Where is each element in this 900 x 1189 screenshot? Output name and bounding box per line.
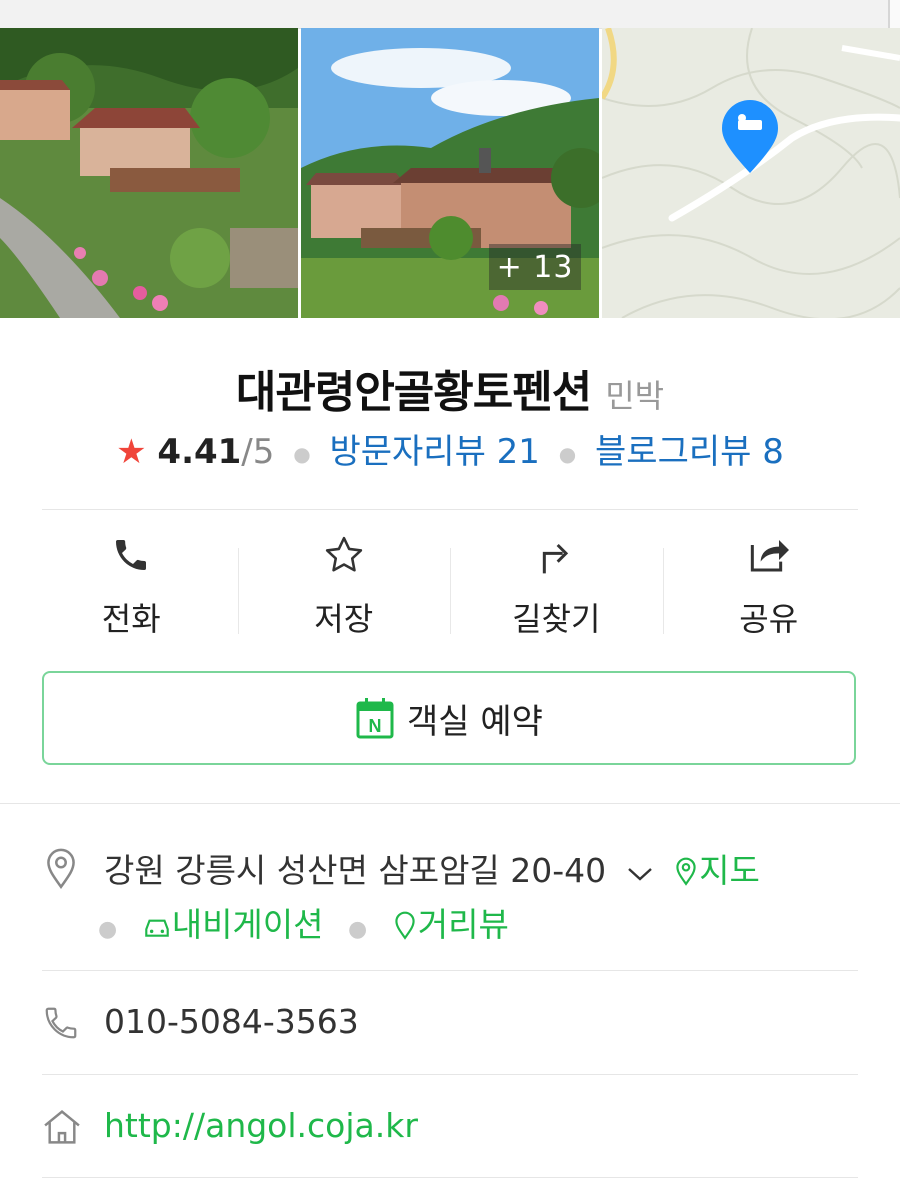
phone-row: 010-5084-3563 <box>42 1000 858 1050</box>
separator-dot: ● <box>293 441 311 466</box>
navigation-link[interactable]: 내비게이션 <box>142 905 334 944</box>
phone-number[interactable]: 010-5084-3563 <box>104 1002 359 1041</box>
directions-button[interactable]: 길찾기 <box>450 530 663 640</box>
divider <box>42 509 858 510</box>
map-link-label: 지도 <box>699 851 760 890</box>
phone-outline-icon <box>42 1004 80 1046</box>
divider <box>0 803 900 804</box>
save-button[interactable]: 저장 <box>237 530 451 640</box>
photo-gallery: + 13 <box>0 28 900 318</box>
place-name: 대관령안골황토펜션 <box>235 367 592 418</box>
blog-reviews-link[interactable]: 블로그리뷰 8 <box>595 432 784 472</box>
separator-dot: ● <box>558 441 577 466</box>
street-view-icon <box>395 911 415 940</box>
share-label: 공유 <box>739 600 799 638</box>
visitor-reviews-link[interactable]: 방문자리뷰 21 <box>329 432 539 472</box>
room-reserve-button[interactable]: N 객실 예약 <box>42 671 856 765</box>
share-icon <box>663 530 876 580</box>
separator-dot: ● <box>348 917 368 942</box>
website-row: http://angol.coja.kr <box>42 1104 858 1154</box>
phone-icon <box>25 530 238 580</box>
directions-label: 길찾기 <box>512 600 601 638</box>
pension-photo-front[interactable]: + 13 <box>301 28 599 318</box>
street-view-label: 거리뷰 <box>417 905 509 944</box>
place-title-row: 대관령안골황토펜션 민박 <box>0 356 900 420</box>
address-row: 강원 강릉시 성산면 삼포암길 20-40 지도 ● 내비게이션 ● 거리뷰 <box>42 840 858 950</box>
pension-photo-aerial[interactable] <box>0 28 298 318</box>
address-text: 강원 강릉시 성산면 삼포암길 20-40 <box>104 851 607 890</box>
star-outline-icon <box>238 530 451 580</box>
map-link[interactable]: 지도 <box>673 851 760 890</box>
save-label: 저장 <box>314 600 374 638</box>
action-bar: 전화 저장 길찾기 공유 <box>25 530 875 640</box>
naver-booking-icon: N <box>356 698 394 739</box>
street-view-link[interactable]: 거리뷰 <box>392 905 509 944</box>
divider <box>42 1074 858 1075</box>
navigation-label: 내비게이션 <box>171 905 324 944</box>
place-category: 민박 <box>605 377 665 415</box>
rating-score: 4.41 <box>157 432 242 472</box>
call-label: 전화 <box>101 600 161 638</box>
map-pin-icon <box>676 857 696 886</box>
share-button[interactable]: 공유 <box>662 530 876 640</box>
separator-dot: ● <box>98 917 118 942</box>
location-map[interactable] <box>602 28 900 318</box>
directions-icon <box>450 530 663 580</box>
website-link[interactable]: http://angol.coja.kr <box>104 1106 418 1145</box>
chevron-down-icon[interactable] <box>625 853 655 892</box>
svg-text:N: N <box>369 716 382 736</box>
browser-top-bar <box>0 0 900 29</box>
reserve-label: 객실 예약 <box>407 701 543 742</box>
divider <box>42 1177 858 1178</box>
rating-max: /5 <box>241 432 275 472</box>
call-button[interactable]: 전화 <box>25 530 238 640</box>
star-icon: ★ <box>116 432 147 472</box>
rating-row: ★ 4.41/5 ● 방문자리뷰 21 ● 블로그리뷰 8 <box>0 424 900 473</box>
home-icon <box>42 1108 82 1150</box>
divider <box>42 970 858 971</box>
more-photos-count[interactable]: + 13 <box>489 244 581 290</box>
location-pin-icon <box>42 846 80 894</box>
car-icon <box>144 919 169 937</box>
